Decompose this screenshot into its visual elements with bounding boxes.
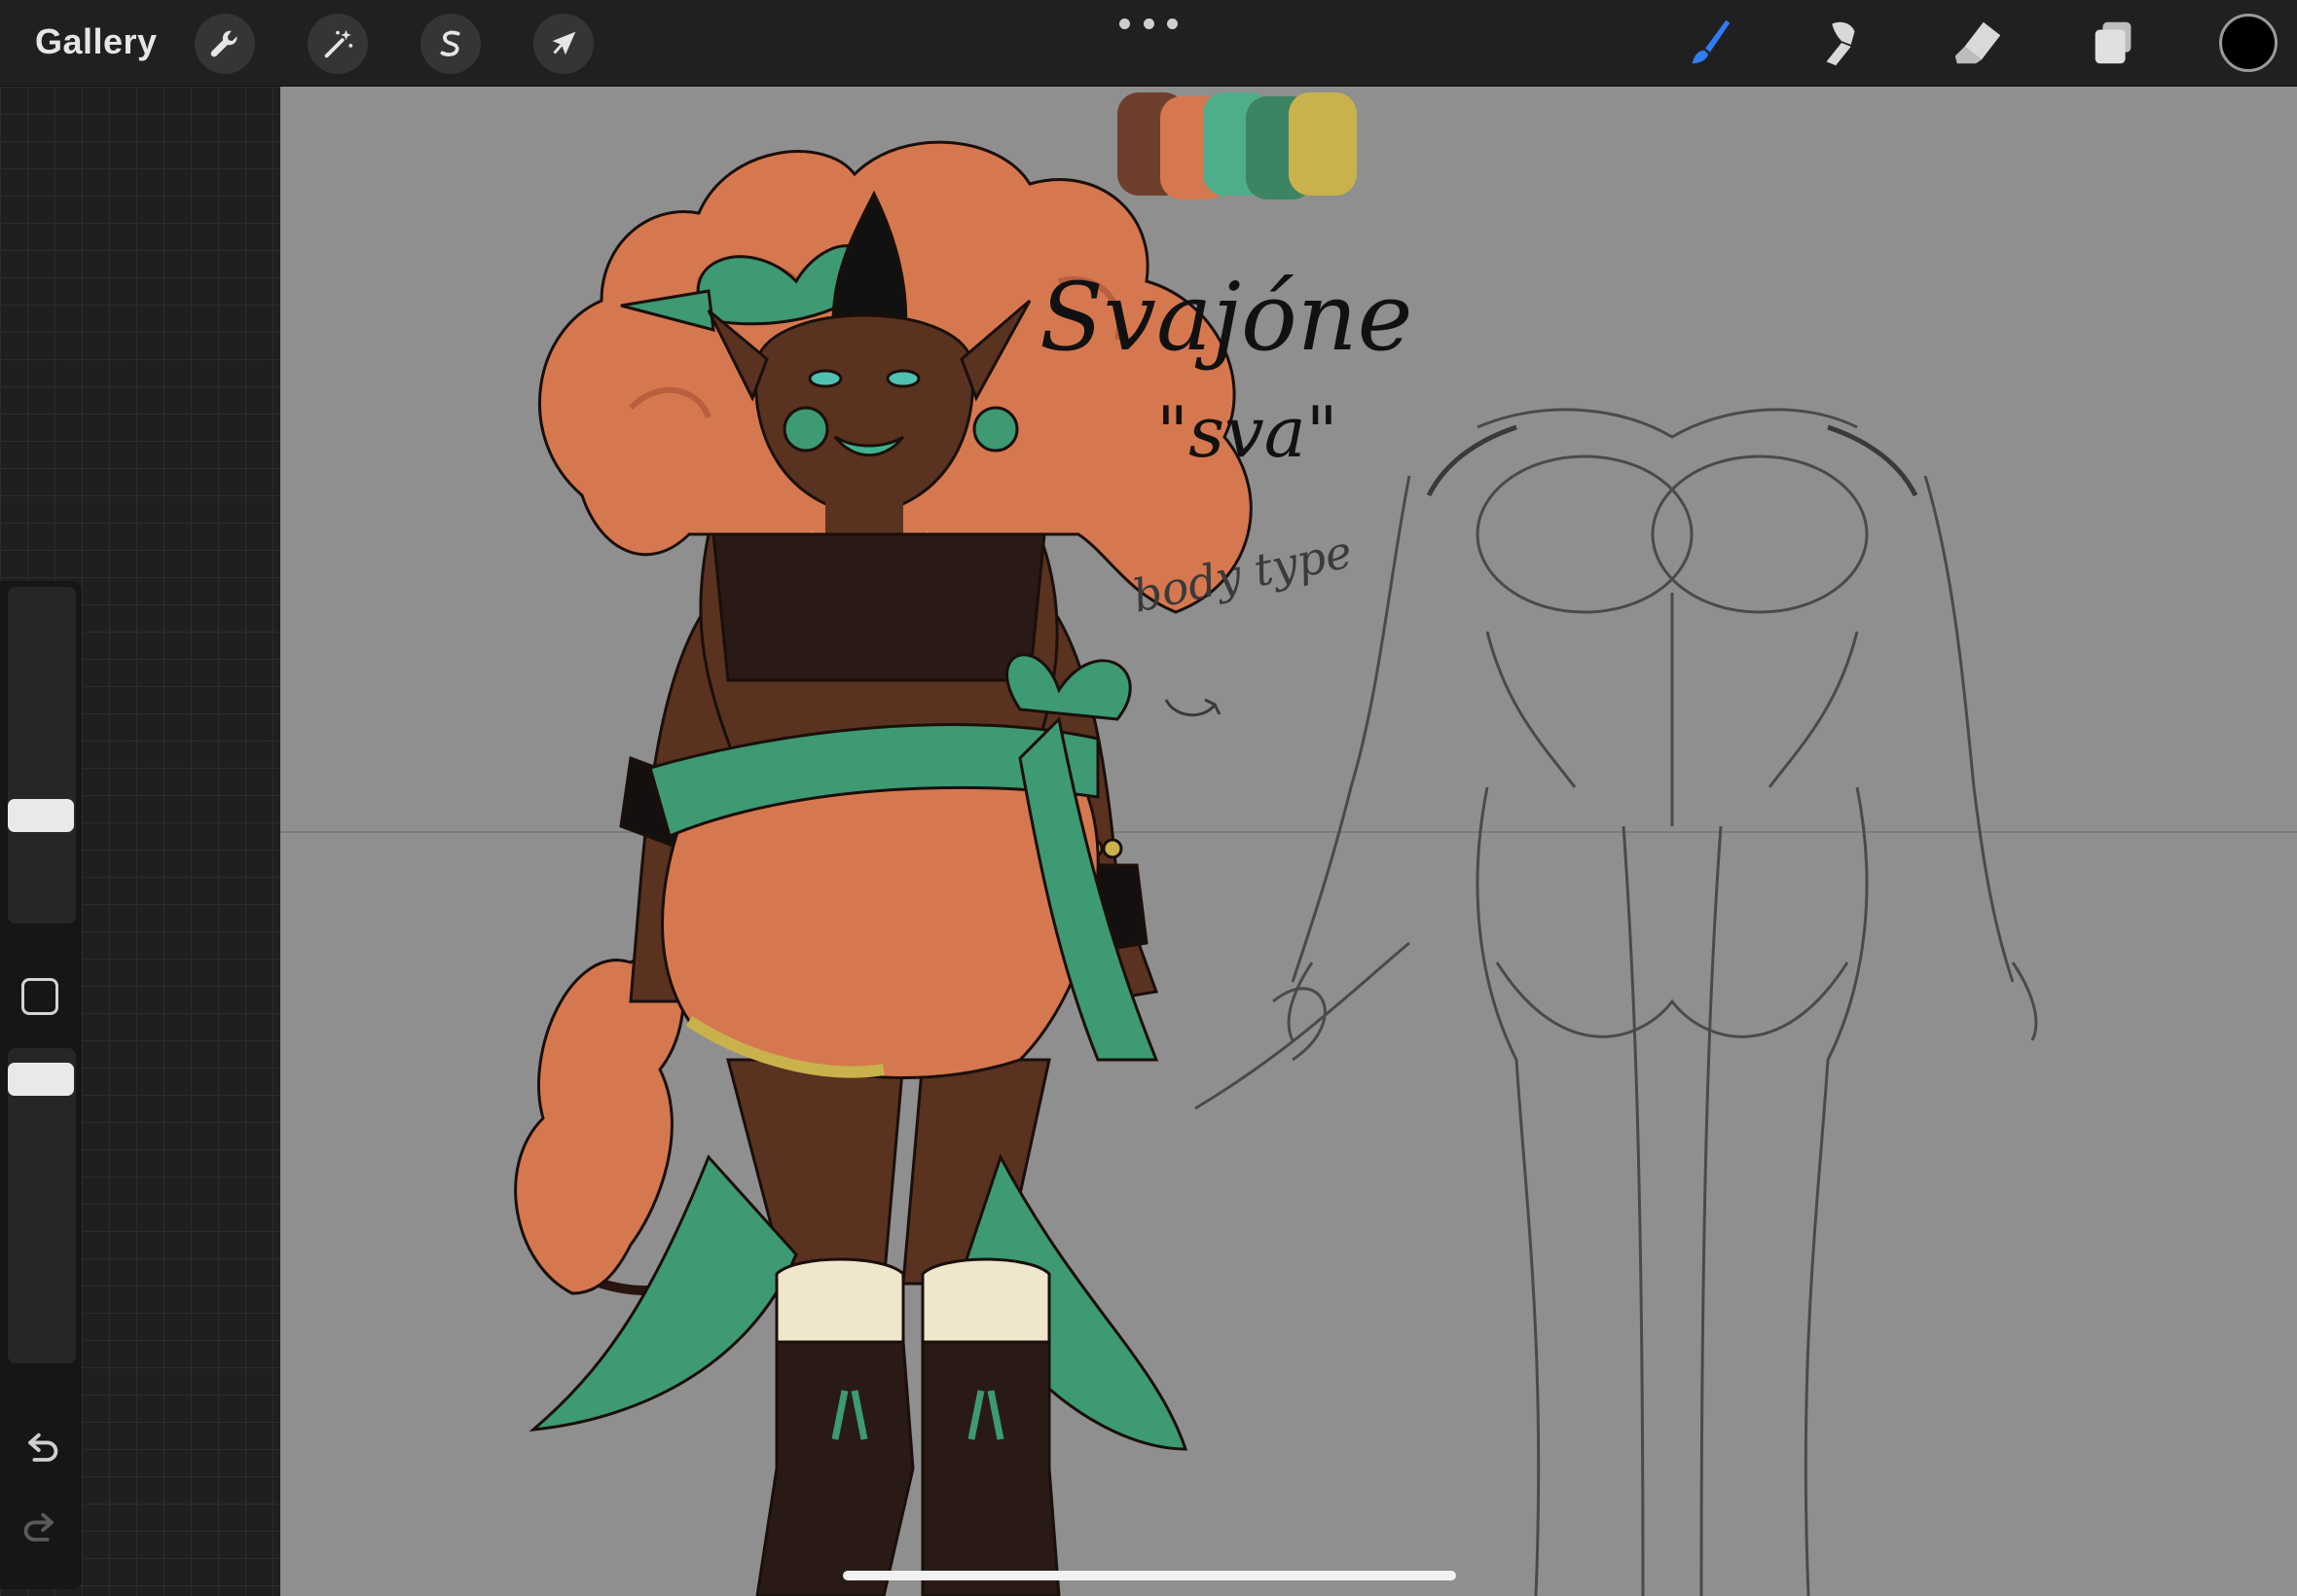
top-toolbar: Gallery — [0, 0, 2297, 87]
dot — [1119, 18, 1130, 29]
wrench-icon — [210, 30, 237, 57]
body-type-sketch — [1194, 408, 2038, 1596]
dot — [1167, 18, 1178, 29]
drawing-canvas[interactable]: Svajóne "sva" body type — [280, 87, 2297, 1596]
actions-button[interactable] — [195, 14, 255, 74]
left-workspace-grid — [0, 87, 280, 1596]
sock-left — [775, 1257, 905, 1344]
opacity-thumb[interactable] — [8, 1062, 74, 1096]
character-nickname: "sva" — [1156, 391, 1338, 473]
adjustments-button[interactable] — [308, 14, 368, 74]
earring-right — [972, 406, 1019, 453]
brush-size-slider[interactable] — [8, 587, 76, 924]
boot-left — [755, 1340, 915, 1596]
opacity-slider[interactable] — [8, 1048, 76, 1363]
smudge-tool-button[interactable] — [1810, 12, 1873, 74]
undo-icon[interactable] — [19, 1428, 62, 1470]
eraser-tool-button[interactable] — [1947, 12, 2009, 74]
layers-button[interactable] — [2083, 12, 2145, 74]
selection-button[interactable] — [420, 14, 481, 74]
dot — [1143, 18, 1154, 29]
sock-right — [921, 1257, 1051, 1344]
earring-left — [783, 406, 829, 453]
magic-wand-icon — [324, 29, 353, 58]
transform-button[interactable] — [533, 14, 594, 74]
arrow-cursor-icon — [552, 31, 576, 55]
canvas-artwork: Svajóne "sva" body type — [280, 92, 2297, 1596]
note-arrow — [1164, 698, 1221, 717]
selection-s-icon — [440, 30, 460, 56]
boot-right — [921, 1340, 1061, 1596]
smudge-icon — [1826, 21, 1855, 66]
redo-icon[interactable] — [19, 1507, 62, 1550]
color-picker-swatch[interactable] — [2219, 14, 2278, 72]
brush-sidebar — [0, 581, 82, 1589]
gallery-button[interactable]: Gallery — [35, 19, 158, 64]
more-options-dots[interactable] — [1119, 14, 1178, 33]
color-palette — [1117, 92, 1357, 200]
brush-tool-button[interactable] — [1676, 12, 1738, 74]
brush-icon — [1692, 19, 1731, 64]
home-indicator-bar[interactable] — [843, 1571, 1456, 1580]
eraser-icon — [1954, 21, 2001, 64]
palette-swatch — [1289, 92, 1357, 196]
tail-tuft — [514, 952, 685, 1295]
layers-icon — [2095, 21, 2132, 64]
square-modify-icon[interactable] — [21, 978, 58, 1015]
character-name: Svajóne — [1039, 263, 1412, 372]
crop-top — [711, 532, 1046, 682]
brush-size-thumb[interactable] — [8, 799, 74, 833]
